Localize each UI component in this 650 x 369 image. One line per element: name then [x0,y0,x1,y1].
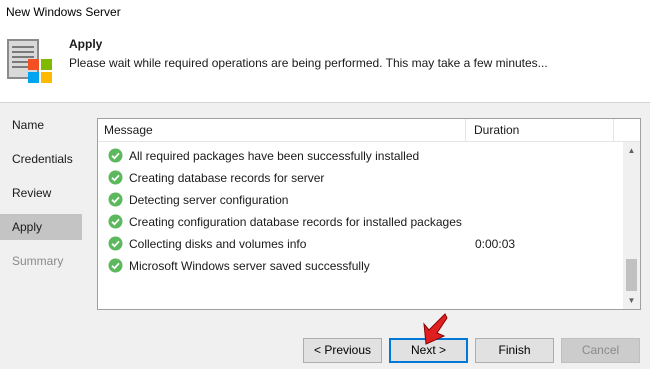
log-row-message: Creating configuration database records … [129,215,462,229]
success-check-icon [108,236,123,251]
log-row[interactable]: Microsoft Windows server saved successfu… [98,255,622,277]
log-row-message: Microsoft Windows server saved successfu… [129,259,370,273]
step-name[interactable]: Name [0,112,82,138]
log-row[interactable]: Creating configuration database records … [98,211,622,233]
log-row[interactable]: Creating database records for server [98,167,622,189]
log-row-duration: 0:00:03 [475,237,516,251]
log-row-message: Collecting disks and volumes info [129,237,307,251]
log-list[interactable]: Message Duration All required packages h… [97,118,641,310]
column-header-filler [614,119,640,141]
log-row-message: All required packages have been successf… [129,149,420,163]
previous-button[interactable]: < Previous [303,338,382,363]
scrollbar-thumb[interactable] [626,259,637,291]
cancel-button: Cancel [561,338,640,363]
scroll-down-arrow-icon[interactable]: ▼ [623,292,640,309]
window-title: New Windows Server [6,5,121,19]
success-check-icon [108,148,123,163]
success-check-icon [108,214,123,229]
log-row[interactable]: All required packages have been successf… [98,145,622,167]
log-row[interactable]: Detecting server configuration [98,189,622,211]
log-row-message: Creating database records for server [129,171,325,185]
pointer-arrow-icon [423,313,448,345]
success-check-icon [108,192,123,207]
step-apply[interactable]: Apply [0,214,82,240]
server-windows-icon [7,39,52,83]
finish-button[interactable]: Finish [475,338,554,363]
wizard-steps: Name Credentials Review Apply Summary [0,112,82,282]
log-row-message: Detecting server configuration [129,193,289,207]
log-rows: All required packages have been successf… [98,145,622,277]
wizard-header: Apply Please wait while required operati… [0,26,650,102]
scroll-up-arrow-icon[interactable]: ▲ [623,142,640,159]
log-row[interactable]: Collecting disks and volumes info 0:00:0… [98,233,622,255]
success-check-icon [108,258,123,273]
column-header-message[interactable]: Message [98,119,466,141]
step-summary: Summary [12,254,64,268]
log-list-scrollbar[interactable]: ▲ ▼ [623,142,640,309]
step-review[interactable]: Review [0,180,82,206]
page-description: Please wait while required operations ar… [69,56,548,70]
column-header-duration[interactable]: Duration [466,119,614,141]
page-title: Apply [69,37,103,51]
log-list-header: Message Duration [98,119,640,142]
step-credentials[interactable]: Credentials [0,146,82,172]
success-check-icon [108,170,123,185]
